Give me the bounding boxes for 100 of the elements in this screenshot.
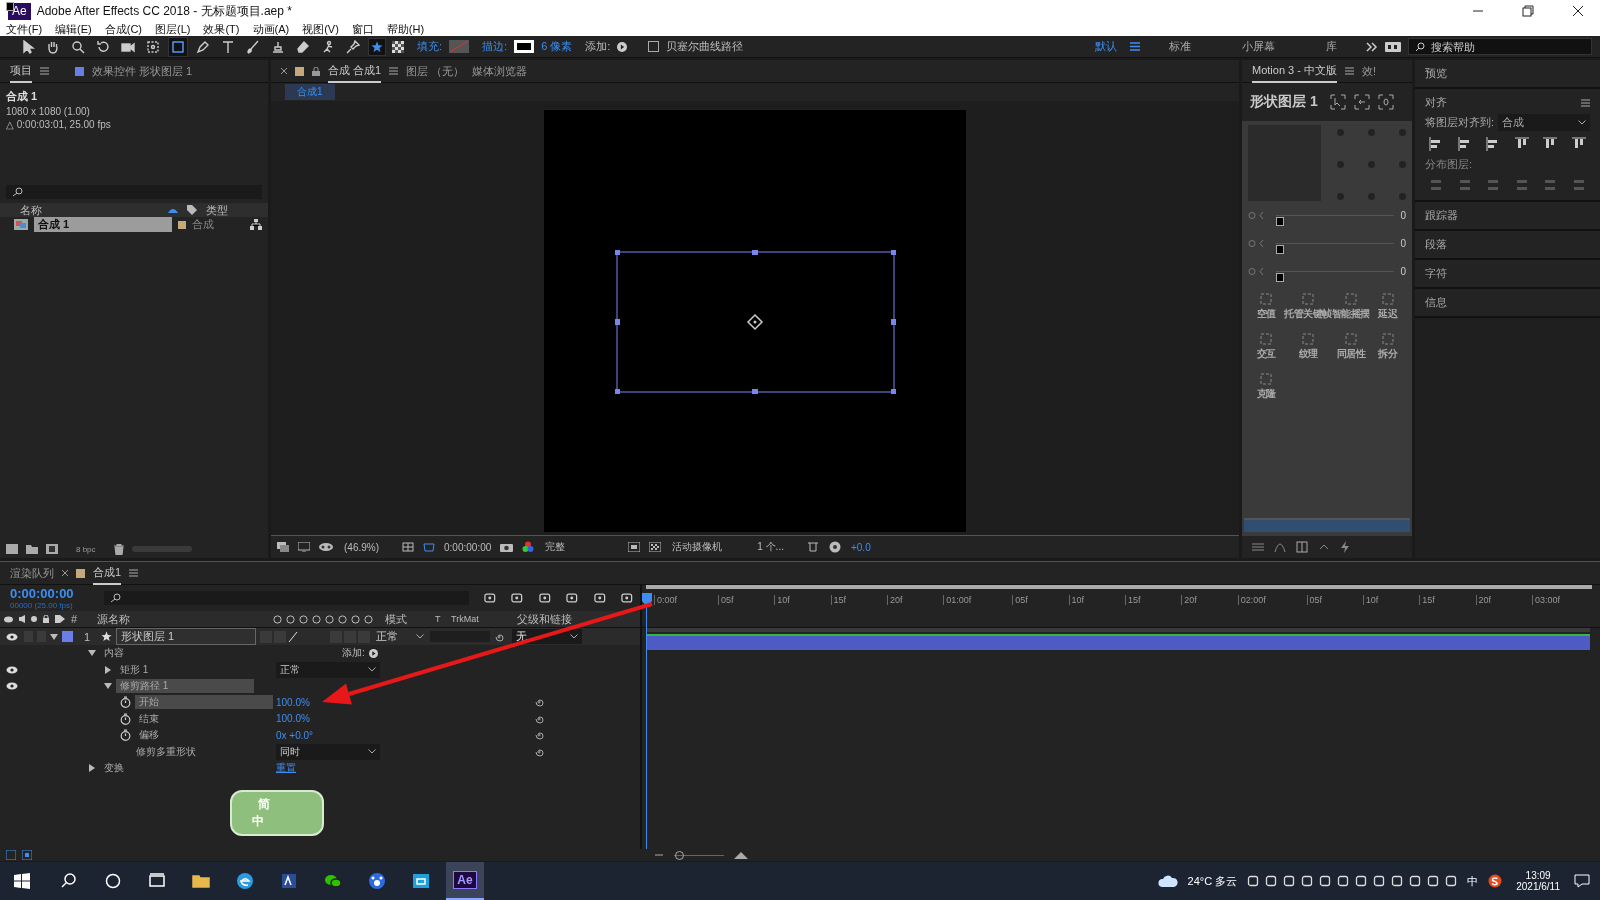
property-name[interactable]: 变换	[100, 760, 128, 775]
item-type: 合成	[192, 217, 214, 232]
property-value[interactable]: 100.0%	[276, 713, 310, 725]
field-label: 将图层对齐到:	[1425, 115, 1495, 130]
menu-item[interactable]: 合成(C)	[104, 21, 142, 37]
panel-tab[interactable]: 媒体浏览器	[472, 60, 528, 82]
motion-tool-button[interactable]: 克隆	[1248, 373, 1285, 401]
stroke-label: 描边:	[482, 39, 508, 54]
ruler-label: 15f	[1124, 595, 1141, 605]
menu-item[interactable]: 视图(V)	[302, 21, 339, 37]
ruler-label: 10f	[774, 595, 790, 605]
weather-text[interactable]: 24°C 多云	[1187, 873, 1238, 889]
section-header[interactable]: 信息	[1425, 296, 1447, 308]
property-value[interactable]: 0x +0.0°	[276, 729, 314, 741]
property-name[interactable]: 开始	[135, 695, 273, 710]
input-method-indicator[interactable]: 中	[1467, 873, 1479, 889]
zoom-dropdown[interactable]: (46.9%)	[342, 541, 393, 553]
panel-tab[interactable]: 效果控件 形状图层 1	[92, 60, 193, 82]
reset-link[interactable]: 重置	[276, 760, 296, 775]
column-header[interactable]: 名称	[8, 202, 160, 218]
timecode[interactable]: 0:00:00:00	[10, 586, 90, 601]
property-name[interactable]: 结束	[135, 711, 163, 726]
ruler-label: 01:00f	[943, 595, 972, 605]
layer-name: 形状图层 1	[1250, 93, 1318, 111]
column-header[interactable]: TrkMat	[451, 614, 511, 624]
slider-reading: 0	[1400, 237, 1406, 249]
bit-depth-button[interactable]: 8 bpc	[66, 544, 106, 554]
menu-item[interactable]: 帮助(H)	[386, 21, 425, 37]
column-header[interactable]: 类型	[206, 202, 228, 218]
views-dropdown[interactable]: 1 个...	[755, 540, 798, 554]
panel-tab[interactable]: 合成 合成1	[328, 59, 382, 83]
menu-item[interactable]: 图层(L)	[155, 21, 191, 37]
panel-tab[interactable]: 图层 （无）	[406, 60, 465, 82]
property-name[interactable]: 修剪路径 1	[116, 678, 254, 693]
camera-dropdown[interactable]: 活动摄像机	[670, 540, 747, 554]
section-header[interactable]: 跟踪器	[1425, 209, 1458, 221]
layer-name[interactable]: 形状图层 1	[116, 628, 256, 645]
ruler-label: 10f	[1362, 595, 1379, 605]
align-to-dropdown[interactable]: 合成	[1498, 114, 1590, 131]
motion-tool-button[interactable]: 智能摇摆	[1331, 293, 1370, 321]
motion-tool-button[interactable]: 托管关键帧	[1284, 293, 1332, 321]
project-item[interactable]: 合成 1	[34, 217, 172, 232]
panel-tab[interactable]: 合成1	[93, 561, 122, 585]
current-time[interactable]: 0:00:00:00	[444, 541, 492, 553]
dropdown[interactable]: 正常	[276, 661, 380, 678]
property-name[interactable]: 矩形 1	[116, 662, 153, 677]
clock[interactable]: 13:09 2021/6/11	[1516, 870, 1560, 892]
section-header[interactable]: 段落	[1425, 238, 1447, 250]
ae-taskbar-icon[interactable]: Ae	[446, 862, 484, 900]
stroke-width-value[interactable]: 6 像素	[541, 39, 573, 54]
section-header[interactable]: 字符	[1425, 267, 1447, 279]
motion-tool-button[interactable]: 拆分	[1369, 333, 1406, 361]
ruler-label: 20f	[1181, 595, 1197, 605]
column-header: T	[435, 614, 442, 624]
window-title: Adobe After Effects CC 2018 - 无标题项目.aep *	[36, 2, 292, 20]
workspace-tab[interactable]: 标准	[1169, 39, 1191, 54]
column-header[interactable]: 父级和链接	[517, 611, 572, 627]
panel-tab[interactable]: 项目	[10, 59, 32, 83]
column-header[interactable]: 源名称	[91, 611, 267, 627]
menu-item[interactable]: 效果(T)	[203, 21, 240, 37]
property-value[interactable]: 100.0%	[276, 696, 310, 708]
motion-tool-button[interactable]: 空值	[1248, 293, 1285, 321]
motion-tool-button[interactable]: 交互	[1248, 333, 1285, 361]
property-name[interactable]: 偏移	[135, 728, 163, 743]
help-search-field[interactable]: 搜索帮助	[1408, 38, 1592, 55]
property-name[interactable]: 修剪多重形状	[132, 744, 200, 759]
ruler-label: 20f	[1475, 595, 1492, 605]
comp-size: 1080 x 1080 (1.00)	[6, 106, 91, 117]
section-header[interactable]: 对齐	[1425, 95, 1447, 110]
comp-name: 合成 1	[6, 89, 39, 104]
dropdown[interactable]: 同时	[276, 743, 380, 760]
menu-item[interactable]: 文件(F)	[6, 21, 43, 37]
motion-tool-button[interactable]: 延迟	[1369, 293, 1406, 321]
menu-item[interactable]: 窗口	[351, 21, 374, 37]
panel-tab[interactable]: 效!	[1361, 60, 1377, 82]
exposure-value[interactable]: +0.0	[850, 541, 871, 553]
mode-dropdown[interactable]: 正常	[374, 629, 426, 644]
motion-tool-button[interactable]: 同居性	[1331, 333, 1370, 361]
ruler-label: 05f	[717, 595, 734, 605]
menu-item[interactable]: 编辑(E)	[55, 21, 92, 37]
resolution-dropdown[interactable]: 完整	[543, 540, 620, 554]
slider-reading: 0	[1400, 209, 1406, 221]
fill-label: 填充:	[417, 39, 443, 54]
layer-number: 1	[82, 630, 92, 643]
menu-item[interactable]: 动画(A)	[252, 21, 290, 37]
property-name[interactable]: 内容	[100, 646, 128, 661]
checkbox-label: 贝塞尔曲线路径	[666, 39, 744, 54]
field-label: 分布图层:	[1425, 157, 1473, 172]
panel-tab[interactable]: 渲染队列	[10, 562, 54, 584]
ruler-label: 0:00f	[654, 595, 678, 605]
workspace-tab[interactable]: 默认	[1095, 39, 1117, 54]
motion-tool-button[interactable]: 纹理	[1284, 333, 1332, 361]
breadcrumb[interactable]: 合成1	[285, 84, 335, 100]
panel-tab[interactable]: Motion 3 - 中文版	[1252, 59, 1337, 83]
add-menu-label[interactable]: 添加:	[342, 646, 365, 661]
ruler-label: 05f	[1012, 595, 1028, 605]
workspace-tab[interactable]: 库	[1326, 39, 1337, 54]
section-header[interactable]: 预览	[1425, 67, 1447, 79]
column-header[interactable]: 模式	[379, 611, 429, 627]
workspace-tab[interactable]: 小屏幕	[1242, 39, 1275, 54]
